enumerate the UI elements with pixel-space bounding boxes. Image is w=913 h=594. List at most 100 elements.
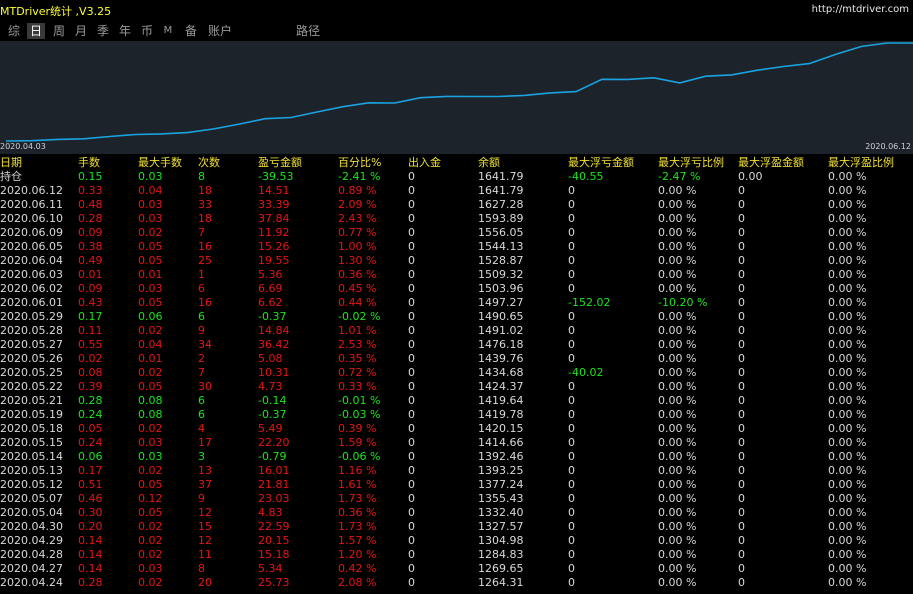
table-row[interactable]: 2020.05.22 0.39 0.05 30 4.73 0.33 % 0 1424.37 0 0… — [0, 380, 913, 394]
cell-max-floating-loss-ratio: 0.00 % — [658, 212, 697, 225]
cell-max-floating-profit-ratio: 0.00 % — [828, 534, 867, 547]
tab-summary[interactable]: 综 — [4, 23, 24, 39]
cell-max-floating-profit-ratio: 0.00 % — [828, 422, 867, 435]
table-row[interactable]: 2020.05.26 0.02 0.01 2 5.08 0.35 % 0 1439.76 0 0.… — [0, 352, 913, 366]
table-row[interactable]: 2020.05.13 0.17 0.02 13 16.01 1.16 % 0 1393.25 0… — [0, 464, 913, 478]
cell-percent: -0.01 % — [338, 394, 381, 407]
cell-balance: 1556.05 — [478, 226, 524, 239]
cell-max-floating-loss-ratio: 0.00 % — [658, 366, 697, 379]
table-row[interactable]: 2020.05.21 0.28 0.08 6 -0.14 -0.01 % 0 1419.64 0… — [0, 394, 913, 408]
header-max-floating-loss-ratio[interactable]: 最大浮亏比例 — [658, 156, 738, 170]
table-row[interactable]: 2020.05.07 0.46 0.12 9 23.03 1.73 % 0 1355.43 0 0… — [0, 492, 913, 506]
table-row[interactable]: 2020.06.10 0.28 0.03 18 37.84 2.43 % 0 1593.89 0… — [0, 212, 913, 226]
cell-max-floating-loss: 0 — [568, 240, 575, 253]
cell-balance: 1528.87 — [478, 254, 524, 267]
cell-max-lots: 0.02 — [138, 576, 163, 589]
cell-max-floating-loss-ratio: 0.00 % — [658, 352, 697, 365]
header-max-floating-loss[interactable]: 最大浮亏金额 — [568, 156, 658, 170]
cell-max-lots: 0.01 — [138, 352, 163, 365]
table-row[interactable]: 2020.05.19 0.24 0.08 6 -0.37 -0.03 % 0 1419.78 0… — [0, 408, 913, 422]
cell-max-floating-profit: 0 — [738, 520, 745, 533]
cell-max-floating-loss-ratio: 0.00 % — [658, 408, 697, 421]
tab-weekly[interactable]: 周 — [49, 23, 69, 39]
table-row[interactable]: 2020.06.04 0.49 0.05 25 19.55 1.30 % 0 1528.87 0… — [0, 254, 913, 268]
tab-yearly[interactable]: 年 — [115, 23, 135, 39]
table-row[interactable]: 2020.04.28 0.14 0.02 11 15.18 1.20 % 0 1284.83 0… — [0, 548, 913, 562]
cell-date: 2020.05.22 — [0, 380, 63, 393]
cell-max-floating-loss-ratio: 0.00 % — [658, 534, 697, 547]
table-row[interactable]: 2020.04.30 0.20 0.02 15 22.59 1.73 % 0 1327.57 0… — [0, 520, 913, 534]
cell-max-lots: 0.02 — [138, 324, 163, 337]
cell-date: 2020.06.09 — [0, 226, 63, 239]
cell-percent: 1.20 % — [338, 548, 377, 561]
table-row[interactable]: 2020.04.29 0.14 0.02 12 20.15 1.57 % 0 1304.98 0… — [0, 534, 913, 548]
cell-max-floating-loss-ratio: 0.00 % — [658, 464, 697, 477]
cell-max-floating-loss: 0 — [568, 198, 575, 211]
tab-notes[interactable]: 备 — [181, 23, 201, 39]
tab-path[interactable]: 路径 — [293, 23, 323, 39]
cell-lots: 0.30 — [78, 506, 103, 519]
cell-trade-count: 8 — [198, 170, 205, 183]
table-row[interactable]: 2020.05.18 0.05 0.02 4 5.49 0.39 % 0 1420.15 0 0.… — [0, 422, 913, 436]
table-row[interactable]: 2020.04.24 0.28 0.02 20 25.73 2.08 % 0 1264.31 0… — [0, 576, 913, 590]
tab-quarterly[interactable]: 季 — [93, 23, 113, 39]
header-max-lots[interactable]: 最大手数 — [138, 156, 198, 170]
cell-trade-count: 9 — [198, 324, 205, 337]
tab-currency[interactable]: 币 — [137, 23, 157, 39]
table-row[interactable]: 2020.05.28 0.11 0.02 9 14.84 1.01 % 0 1491.02 0 0… — [0, 324, 913, 338]
header-profit-amount[interactable]: 盈亏金额 — [258, 156, 338, 170]
tab-account[interactable]: 账户 — [205, 23, 235, 39]
cell-trade-count: 16 — [198, 240, 212, 253]
cell-max-floating-profit: 0 — [738, 366, 745, 379]
cell-trade-count: 9 — [198, 492, 205, 505]
table-row[interactable]: 2020.04.27 0.14 0.03 8 5.34 0.42 % 0 1269.65 0 0.… — [0, 562, 913, 576]
header-max-floating-profit-ratio[interactable]: 最大浮盈比例 — [828, 156, 913, 170]
header-trade-count[interactable]: 次数 — [198, 156, 258, 170]
cell-max-lots: 0.06 — [138, 310, 163, 323]
table-row[interactable]: 2020.05.29 0.17 0.06 6 -0.37 -0.02 % 0 1490.65 0… — [0, 310, 913, 324]
cell-balance: 1355.43 — [478, 492, 524, 505]
cell-trade-count: 12 — [198, 506, 212, 519]
cell-trade-count: 7 — [198, 366, 205, 379]
tab-daily[interactable]: 日 — [27, 23, 45, 39]
cell-profit-amount: 33.39 — [258, 198, 290, 211]
cell-trade-count: 37 — [198, 478, 212, 491]
tab-monthly[interactable]: 月 — [71, 23, 91, 39]
table-row[interactable]: 2020.06.05 0.38 0.05 16 15.26 1.00 % 0 1544.13 0… — [0, 240, 913, 254]
table-row[interactable]: 2020.05.15 0.24 0.03 17 22.20 1.59 % 0 1414.66 0… — [0, 436, 913, 450]
table-row[interactable]: 2020.06.02 0.09 0.03 6 6.69 0.45 % 0 1503.96 0 0.… — [0, 282, 913, 296]
cell-max-lots: 0.02 — [138, 366, 163, 379]
website-link[interactable]: http://mtdriver.com — [812, 4, 909, 15]
table-row[interactable]: 2020.05.25 0.08 0.02 7 10.31 0.72 % 0 1434.68 -4… — [0, 366, 913, 380]
header-percent[interactable]: 百分比% — [338, 156, 408, 170]
table-row[interactable]: 2020.05.27 0.55 0.04 34 36.42 2.53 % 0 1476.18 0… — [0, 338, 913, 352]
cell-max-floating-loss: 0 — [568, 212, 575, 225]
table-row[interactable]: 2020.06.01 0.43 0.05 16 6.62 0.44 % 0 1497.27 -1… — [0, 296, 913, 310]
table-row[interactable]: 2020.06.11 0.48 0.03 33 33.39 2.09 % 0 1627.28 0… — [0, 198, 913, 212]
table-row[interactable]: 2020.06.03 0.01 0.01 1 5.36 0.36 % 0 1509.32 0 0.… — [0, 268, 913, 282]
header-deposit-withdrawal[interactable]: 出入金 — [408, 156, 478, 170]
header-balance[interactable]: 余额 — [478, 156, 568, 170]
cell-deposit-withdrawal: 0 — [408, 408, 415, 421]
table-row[interactable]: 持仓 0.15 0.03 8 -39.53 -2.41 % 0 1641.79 -40.55 -2… — [0, 170, 913, 184]
cell-balance: 1476.18 — [478, 338, 524, 351]
table-row[interactable]: 2020.06.12 0.33 0.04 18 14.51 0.89 % 0 1641.79 0… — [0, 184, 913, 198]
table-row[interactable]: 2020.05.04 0.30 0.05 12 4.83 0.36 % 0 1332.40 0 0… — [0, 506, 913, 520]
cell-balance: 1641.79 — [478, 170, 524, 183]
header-lots[interactable]: 手数 — [78, 156, 138, 170]
header-max-floating-profit[interactable]: 最大浮盈金额 — [738, 156, 828, 170]
table-row[interactable]: 2020.05.12 0.51 0.05 37 21.81 1.61 % 0 1377.24 0… — [0, 478, 913, 492]
cell-max-lots: 0.02 — [138, 226, 163, 239]
tab-m[interactable]: M — [160, 23, 176, 39]
cell-lots: 0.24 — [78, 408, 103, 421]
cell-max-lots: 0.01 — [138, 268, 163, 281]
cell-date: 2020.05.19 — [0, 408, 63, 421]
cell-max-floating-profit: 0 — [738, 268, 745, 281]
header-date[interactable]: 日期 — [0, 156, 78, 170]
cell-deposit-withdrawal: 0 — [408, 492, 415, 505]
cell-balance: 1332.40 — [478, 506, 524, 519]
table-row[interactable]: 2020.05.14 0.06 0.03 3 -0.79 -0.06 % 0 1392.46 0… — [0, 450, 913, 464]
table-row[interactable]: 2020.06.09 0.09 0.02 7 11.92 0.77 % 0 1556.05 0 0… — [0, 226, 913, 240]
cell-trade-count: 1 — [198, 268, 205, 281]
cell-lots: 0.02 — [78, 352, 103, 365]
